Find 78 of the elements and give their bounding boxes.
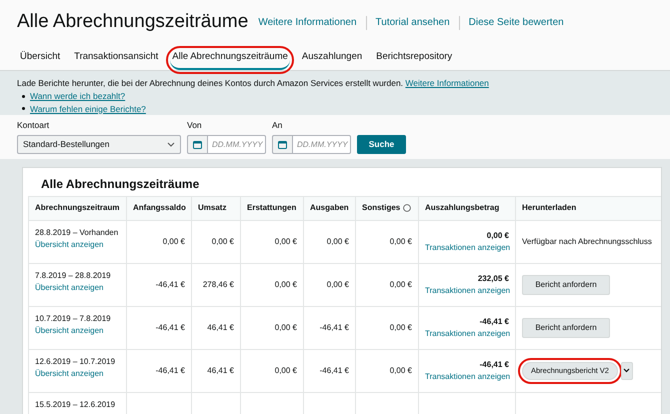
period-text: 15.5.2019 – 12.6.2019 bbox=[35, 398, 116, 411]
amount-text: -46,41 € bbox=[156, 322, 185, 332]
help-icon[interactable] bbox=[403, 204, 412, 212]
amount-text: 0,00 € bbox=[274, 236, 297, 246]
amount-text: 0,00 € bbox=[274, 322, 297, 332]
amount-text: 0,00 € bbox=[390, 236, 412, 246]
amount-text: -46,41 € bbox=[156, 366, 185, 375]
amount-text: 0,00 € bbox=[390, 322, 412, 332]
payout-amount: -46,41 € bbox=[478, 316, 509, 328]
period-text: 12.6.2019 – 10.7.2019 bbox=[35, 356, 116, 368]
amount-text: 46,41 € bbox=[207, 322, 234, 332]
header-link[interactable]: Tutorial ansehen bbox=[376, 15, 450, 30]
amount-text: -46,41 € bbox=[320, 366, 349, 375]
overview-link[interactable]: Übersicht anzeigen bbox=[35, 282, 120, 294]
column-header: Umsatz bbox=[192, 196, 240, 220]
tab[interactable]: Transaktionsansicht bbox=[72, 50, 160, 70]
tab[interactable]: Auszahlungen bbox=[300, 50, 364, 70]
date-field[interactable]: DD.MM.YYYY bbox=[208, 134, 266, 154]
amount-text: 0,00 € bbox=[274, 366, 297, 375]
period-text: 28.8.2019 – Vorhanden bbox=[35, 226, 120, 239]
amount-text: 0,00 € bbox=[274, 280, 297, 289]
tab[interactable]: Übersicht bbox=[18, 50, 62, 70]
transactions-link[interactable]: Transaktionen anzeigen bbox=[425, 242, 509, 254]
header-link[interactable]: Diese Seite bewerten bbox=[468, 15, 564, 30]
amount-text: 0,00 € bbox=[162, 236, 185, 246]
overview-link[interactable]: Übersicht anzeigen bbox=[35, 368, 120, 380]
field-label: Von bbox=[187, 119, 203, 132]
amount-text: 0,00 € bbox=[390, 280, 412, 289]
period-text: 10.7.2019 – 7.8.2019 bbox=[35, 312, 112, 325]
info-link[interactable]: Warum fehlen einige Berichte? bbox=[30, 102, 146, 116]
info-link[interactable]: Weitere Informationen bbox=[405, 78, 489, 88]
bullet-icon bbox=[22, 94, 25, 98]
info-text: Lade Berichte herunter, die bei der Abrechnung deines Kontos durch Amazon Services erstellt wurden. Weitere Informationen bbox=[17, 77, 490, 90]
amount-text: 0,00 € bbox=[326, 236, 349, 246]
tab[interactable]: Berichtsrepository bbox=[374, 50, 454, 70]
chevron-icon bbox=[167, 142, 175, 147]
search-button[interactable]: Suche bbox=[357, 134, 406, 154]
transactions-link[interactable]: Transaktionen anzeigen bbox=[425, 284, 509, 297]
payout-amount: -46,41 € bbox=[478, 358, 509, 371]
calendar-icon bbox=[193, 140, 202, 149]
amount-text: -46,41 € bbox=[156, 280, 185, 289]
account-dropdown[interactable]: Standard-Bestellungen bbox=[17, 134, 181, 154]
overview-link[interactable]: Übersicht anzeigen bbox=[35, 238, 120, 251]
column-header: Abrechnungszeitraum bbox=[28, 196, 126, 220]
column-header: Anfangssaldo bbox=[126, 196, 192, 220]
field-label: An bbox=[272, 119, 284, 132]
bullet-icon bbox=[22, 107, 25, 110]
period-text: 7.8.2019 – 28.8.2019 bbox=[35, 270, 112, 282]
transactions-link[interactable]: Transaktionen anzeigen bbox=[425, 328, 509, 340]
transactions-link[interactable]: Transaktionen anzeigen bbox=[425, 370, 509, 383]
card-title: Alle Abrechnungszeiträume bbox=[40, 176, 200, 193]
info-link[interactable]: Wann werde ich bezahlt? bbox=[30, 90, 126, 102]
request-report-button[interactable]: Bericht anfordern bbox=[522, 318, 610, 338]
column-header: Sonstiges bbox=[362, 202, 400, 214]
amount-text: -46,41 € bbox=[320, 322, 349, 332]
field-label: Kontoart bbox=[17, 119, 50, 132]
payout-amount: 0,00 € bbox=[486, 230, 509, 242]
amount-text: 0,00 € bbox=[212, 236, 234, 246]
calendar-button[interactable] bbox=[272, 134, 293, 154]
availability-text: Verfügbar nach Abrechnungsschluss bbox=[522, 236, 652, 248]
dropdown-toggle[interactable] bbox=[620, 362, 633, 380]
calendar-button[interactable] bbox=[187, 134, 208, 154]
calendar-icon bbox=[278, 140, 287, 149]
request-report-button[interactable]: Bericht anfordern bbox=[522, 274, 610, 295]
amount-text: 0,00 € bbox=[390, 366, 412, 375]
header-link[interactable]: Weitere Informationen bbox=[258, 15, 357, 30]
column-header: Herunterladen bbox=[516, 196, 661, 220]
amount-text: 46,41 € bbox=[207, 366, 234, 375]
date-field[interactable]: DD.MM.YYYY bbox=[293, 134, 351, 154]
page-title: Alle Abrechnungszeiträume bbox=[17, 10, 248, 34]
chevron-icon bbox=[623, 368, 630, 374]
payout-amount: 232,05 € bbox=[476, 272, 509, 285]
column-header: Erstattungen bbox=[240, 196, 304, 220]
amount-text: 278,46 € bbox=[202, 280, 234, 289]
amount-text: 0,00 € bbox=[326, 280, 349, 289]
column-header: Ausgaben bbox=[304, 196, 356, 220]
column-header: Auszahlungsbetrag bbox=[418, 196, 516, 220]
overview-link[interactable]: Übersicht anzeigen bbox=[35, 324, 120, 337]
